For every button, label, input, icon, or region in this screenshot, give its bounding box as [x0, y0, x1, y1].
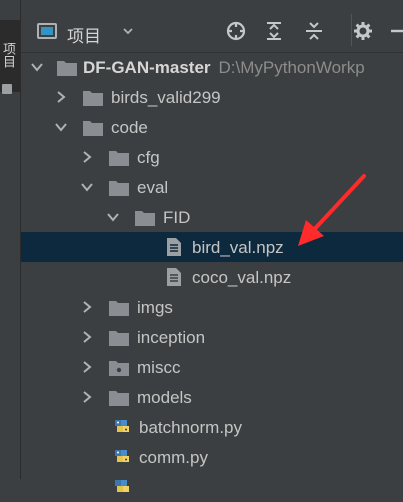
project-view-icon[interactable]: [37, 23, 57, 39]
tree-label: imgs: [137, 298, 173, 317]
tree-label: miscc: [137, 358, 181, 377]
tree-row[interactable]: models: [21, 382, 403, 412]
minimize-icon[interactable]: [387, 20, 403, 42]
project-tree: DF-GAN-master D:\MyPythonWorkp birds_vali…: [21, 52, 403, 492]
tree-label: models: [137, 388, 192, 407]
chevron-right-icon[interactable]: [81, 301, 93, 313]
project-tool-tab-label: 项目: [0, 42, 15, 68]
folder-icon: [109, 151, 129, 166]
tree-label: bird_val.npz: [192, 238, 284, 257]
chevron-down-icon[interactable]: [121, 24, 135, 38]
tree-row[interactable]: miscc: [21, 352, 403, 382]
expand-all-icon[interactable]: [263, 20, 285, 42]
chevron-right-icon[interactable]: [55, 91, 67, 103]
tree-label: cfg: [137, 148, 160, 167]
gear-icon[interactable]: [352, 20, 374, 42]
tree-label: comm.py: [139, 448, 208, 467]
python-file-icon: [115, 480, 129, 492]
folder-icon: [109, 181, 129, 196]
tree-row[interactable]: imgs: [21, 292, 403, 322]
project-panel-header: 项目: [21, 0, 403, 53]
tree-root-path: D:\MyPythonWorkp: [218, 58, 365, 77]
folder-icon: [135, 211, 155, 226]
python-file-icon: [115, 450, 129, 462]
tree-label: batchnorm.py: [139, 418, 242, 437]
tree-row[interactable]: inception: [21, 322, 403, 352]
tree-label: eval: [137, 178, 169, 197]
folder-icon: [109, 301, 129, 316]
annotation-arrow-icon: [298, 174, 366, 246]
tree-label: birds_valid299: [111, 88, 221, 107]
structure-icon: [2, 84, 12, 156]
tree-row[interactable]: code: [21, 112, 403, 142]
folder-icon: [83, 91, 103, 106]
package-folder-icon: [109, 361, 129, 376]
tree-row[interactable]: cfg: [21, 142, 403, 172]
tree-row[interactable]: batchnorm.py: [21, 412, 403, 442]
tree-row[interactable]: coco_val.npz: [21, 262, 403, 292]
folder-icon: [109, 331, 129, 346]
tree-label: coco_val.npz: [192, 268, 292, 287]
chevron-down-icon[interactable]: [55, 121, 67, 133]
tree-label: inception: [137, 328, 206, 347]
folder-icon: [109, 391, 129, 406]
folder-icon: [57, 61, 77, 76]
folder-icon: [83, 121, 103, 136]
tree-row[interactable]: comm.py: [21, 442, 403, 472]
crosshair-icon[interactable]: [225, 20, 247, 42]
project-view-title[interactable]: 项目: [67, 22, 101, 47]
python-file-icon: [115, 420, 129, 432]
tool-window-strip: 项目: [0, 0, 21, 479]
chevron-right-icon[interactable]: [81, 361, 93, 373]
project-tool-tab[interactable]: 项目: [0, 20, 20, 156]
chevron-right-icon[interactable]: [81, 331, 93, 343]
text-file-icon: [167, 238, 181, 256]
chevron-right-icon[interactable]: [81, 391, 93, 403]
text-file-icon: [167, 268, 181, 286]
chevron-down-icon[interactable]: [81, 181, 93, 193]
tree-row[interactable]: [21, 472, 403, 502]
tree-row[interactable]: birds_valid299: [21, 82, 403, 112]
tree-label: FID: [163, 208, 191, 227]
tree-row-root[interactable]: DF-GAN-master D:\MyPythonWorkp: [21, 52, 403, 82]
tree-label: DF-GAN-master D:\MyPythonWorkp: [83, 58, 365, 77]
chevron-down-icon[interactable]: [107, 211, 119, 223]
chevron-down-icon[interactable]: [31, 61, 43, 73]
chevron-right-icon[interactable]: [81, 151, 93, 163]
collapse-all-icon[interactable]: [303, 20, 325, 42]
tree-label: code: [111, 118, 148, 137]
